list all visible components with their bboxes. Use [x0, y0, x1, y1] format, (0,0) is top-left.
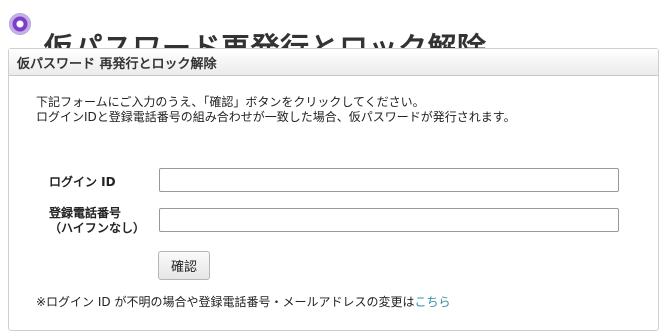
- description-line-2: ログインIDと登録電話番号の組み合わせが一致した場合、仮パスワードが発行されます…: [36, 110, 516, 124]
- phone-number-label-line-2: （ハイフンなし）: [49, 221, 146, 235]
- phone-number-input[interactable]: [159, 208, 619, 232]
- page-header: 仮パスワード再発行とロック解除: [0, 0, 667, 65]
- description-text: 下記フォームにご入力のうえ、「確認」ボタンをクリックしてください。 ログインID…: [36, 95, 516, 125]
- panel-title: 仮パスワード 再発行とロック解除: [9, 49, 658, 76]
- login-id-label: ログイン ID: [49, 175, 116, 189]
- description-line-1: 下記フォームにご入力のうえ、「確認」ボタンをクリックしてください。: [36, 95, 425, 109]
- login-id-input[interactable]: [159, 168, 619, 192]
- phone-number-label: 登録電話番号 （ハイフンなし）: [49, 206, 145, 236]
- help-link[interactable]: こちら: [414, 295, 450, 309]
- password-reissue-panel: 仮パスワード 再発行とロック解除 下記フォームにご入力のうえ、「確認」ボタンをク…: [8, 48, 659, 331]
- purple-circle-icon: [9, 13, 31, 35]
- help-note-text: ※ログイン ID が不明の場合や登録電話番号・メールアドレスの変更は: [36, 295, 415, 309]
- confirm-button[interactable]: 確認: [158, 251, 210, 280]
- phone-number-label-line-1: 登録電話番号: [49, 206, 122, 220]
- help-note: ※ログイン ID が不明の場合や登録電話番号・メールアドレスの変更はこちら: [36, 293, 450, 310]
